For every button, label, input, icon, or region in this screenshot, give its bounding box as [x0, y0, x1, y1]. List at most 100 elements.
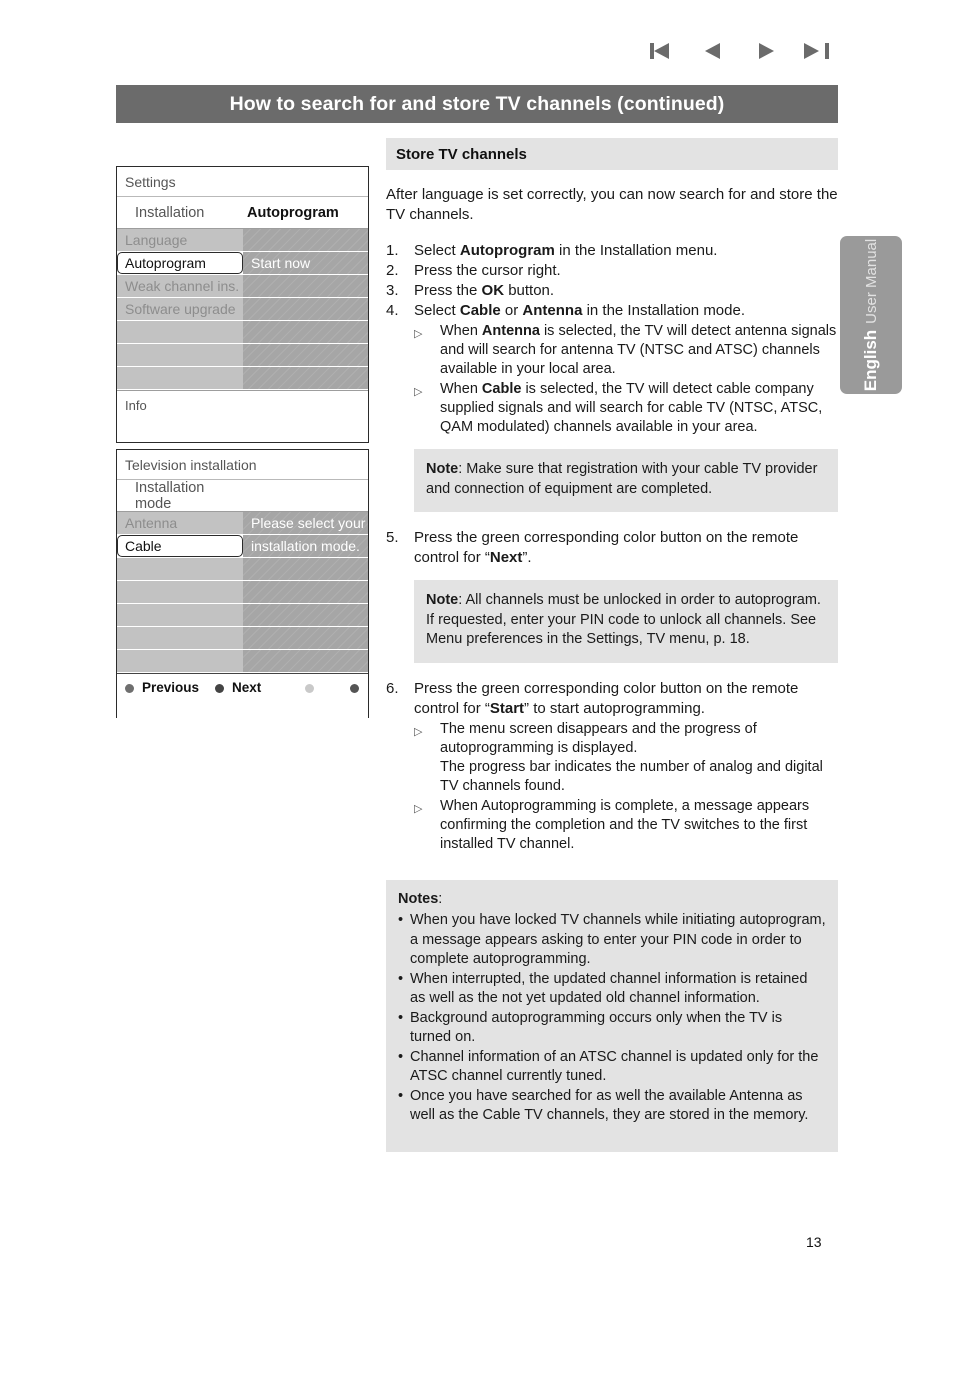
body-text: Press the cursor right. — [414, 262, 561, 279]
body-text: in the Installation mode. — [582, 302, 746, 319]
triangle-bullet-icon: ▷ — [414, 386, 423, 398]
first-page-triangle — [654, 43, 669, 59]
tv-menu-item-selected[interactable]: Autoprogram — [117, 252, 243, 274]
body-text: The menu screen disappears and the progr… — [440, 720, 757, 756]
step-number: 6. — [386, 679, 399, 697]
blue-button-dot-icon — [350, 684, 360, 693]
triangle-bullet-icon: ▷ — [414, 725, 423, 738]
step-sub-body: When Autoprogramming is complete, a mess… — [440, 797, 838, 854]
tv-menu-row[interactable] — [117, 321, 368, 344]
tv-menu-value — [243, 604, 368, 626]
previous-page-icon[interactable] — [701, 40, 727, 62]
emphasis-text: Cable — [459, 302, 501, 319]
next-button-label[interactable]: Next — [232, 680, 261, 695]
notes-item-list: • When you have locked TV channels while … — [398, 911, 826, 1126]
tv-menu-item[interactable] — [117, 367, 243, 389]
tv-menu-value: installation mode. — [243, 535, 368, 557]
emphasis-text: Autoprogram — [459, 242, 555, 259]
tv-menu-row[interactable]: Autoprogram Start now — [117, 252, 368, 275]
first-page-icon[interactable] — [650, 40, 676, 62]
bullet-icon: • — [398, 1087, 404, 1104]
body-text: The progress bar indicates the number of… — [440, 758, 823, 794]
tv-menu-row[interactable] — [117, 367, 368, 390]
procedure-step: 1. Select Autoprogram in the Installation… — [386, 241, 838, 261]
procedure-step: 3. Press the OK button. — [386, 281, 838, 301]
tv-menu-value — [243, 581, 368, 603]
note-list-text: Once you have searched for as well the a… — [410, 1087, 809, 1124]
installation-menu-mockup: Television installation Installation mod… — [116, 449, 369, 721]
body-text: Select — [414, 242, 460, 259]
next-page-icon[interactable] — [753, 40, 779, 62]
tv-menu-value — [243, 367, 368, 389]
tv-menu-item[interactable] — [117, 604, 243, 626]
previous-button-label[interactable]: Previous — [142, 680, 199, 695]
tv-menu-item[interactable]: Antenna — [117, 512, 243, 534]
body-text: Press the green corresponding color butt… — [414, 529, 799, 566]
tv-menu-row[interactable] — [117, 650, 368, 673]
step-number: 5. — [386, 529, 399, 546]
tv-menu-row[interactable] — [117, 627, 368, 650]
body-text: When Autoprogramming is complete, a mess… — [440, 797, 810, 852]
tv-menu-item-selected[interactable]: Cable — [117, 535, 243, 557]
bullet-icon: • — [398, 1009, 404, 1026]
tv-menu-item[interactable]: Language — [117, 229, 243, 251]
main-content: Store TV channels After language is set … — [386, 138, 838, 1152]
tv-menu-row[interactable] — [117, 558, 368, 581]
tv-menu-item[interactable] — [117, 558, 243, 580]
step-sub-item: ▷ The menu screen disappears and the prog… — [414, 720, 838, 796]
body-text: When — [440, 323, 482, 339]
step-number: 4. — [386, 302, 399, 319]
emphasis-text: Next — [489, 549, 523, 566]
notes-title-colon: : — [438, 890, 443, 907]
tv-menu-row[interactable]: Cable installation mode. — [117, 535, 368, 558]
tv-menu-value — [243, 627, 368, 649]
installation-menu-title: Television installation — [117, 450, 368, 480]
tv-menu-row[interactable]: Language — [117, 229, 368, 252]
body-text: : All channels must be unlocked in order… — [426, 592, 821, 647]
tv-menu-item[interactable]: Weak channel ins. — [117, 275, 243, 297]
step-body: Press the green corresponding color butt… — [414, 679, 838, 854]
installation-menu-subheader-left: Installation mode — [135, 479, 205, 512]
tv-menu-item[interactable] — [117, 581, 243, 603]
emphasis-text: Cable — [481, 381, 522, 397]
tv-menu-value: Start now — [243, 252, 368, 274]
tv-menu-row[interactable]: Weak channel ins. — [117, 275, 368, 298]
step-sub-item: ▷ When Cable is selected, the TV will det… — [414, 380, 838, 437]
note-list-item: • Background autoprogramming occurs only … — [398, 1009, 826, 1048]
tv-menu-row[interactable] — [117, 344, 368, 367]
tv-menu-item[interactable] — [117, 344, 243, 366]
tv-menu-item[interactable] — [117, 627, 243, 649]
note-list-text: When interrupted, the updated channel in… — [410, 970, 808, 1007]
tv-menu-row[interactable] — [117, 581, 368, 604]
emphasis-text: Note — [426, 461, 459, 477]
body-text: ” to start autoprogramming. — [524, 699, 705, 717]
bullet-icon: • — [398, 970, 404, 987]
settings-menu-mockup: Settings Installation Autoprogram Langua… — [116, 166, 369, 443]
body-text: : Make sure that registration with your … — [426, 461, 818, 497]
body-text: in the Installation menu. — [554, 242, 718, 259]
section-heading: Store TV channels — [386, 138, 838, 170]
tv-menu-row[interactable]: Antenna Please select your — [117, 512, 368, 535]
note-box-cable-registration: Note: Make sure that registration with y… — [414, 449, 838, 512]
page-title: How to search for and store TV channels … — [229, 92, 725, 115]
settings-menu-subheader-left: Installation — [135, 204, 205, 221]
side-tab-subtitle: User Manual — [862, 238, 880, 324]
tv-menu-item[interactable] — [117, 321, 243, 343]
tv-menu-value — [243, 229, 368, 251]
body-text: button. — [504, 282, 555, 299]
tv-menu-row[interactable] — [117, 604, 368, 627]
tv-menu-row[interactable]: Software upgrade — [117, 298, 368, 321]
last-page-icon[interactable] — [803, 40, 830, 62]
body-text: Select — [414, 302, 460, 319]
language-side-tab: English User Manual — [840, 236, 902, 394]
tv-menu-item[interactable] — [117, 650, 243, 672]
emphasis-text: Antenna — [522, 302, 583, 319]
triangle-bullet-icon: ▷ — [414, 328, 423, 340]
procedure-step: 2. Press the cursor right. — [386, 261, 838, 281]
step-number: 3. — [386, 282, 399, 299]
bullet-icon: • — [398, 1048, 404, 1065]
tv-menu-item[interactable]: Software upgrade — [117, 298, 243, 320]
steps-list-1-4: 1. Select Autoprogram in the Installation… — [386, 241, 838, 437]
step-body: Press the cursor right. — [414, 261, 838, 281]
emphasis-text: Note — [426, 592, 459, 608]
